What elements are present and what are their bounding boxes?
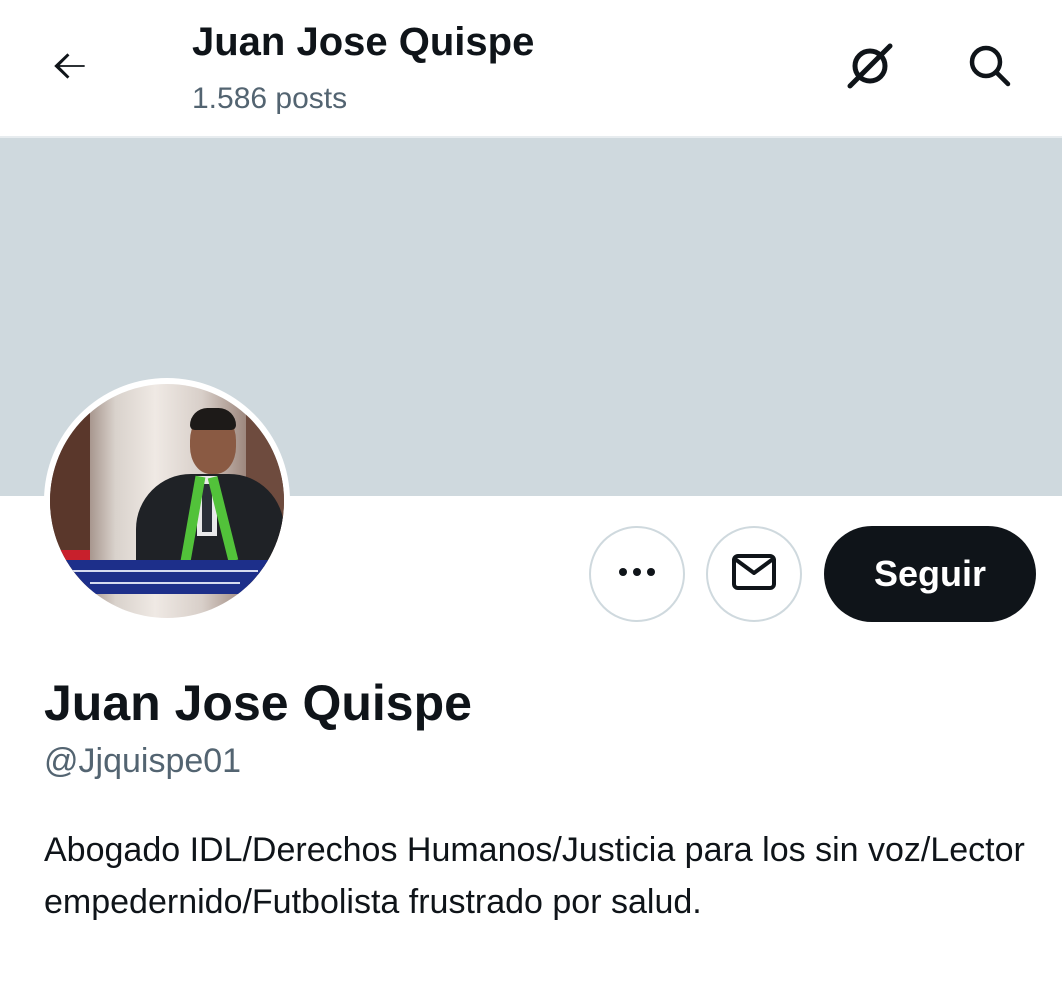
avatar-photo (50, 384, 284, 618)
top-bar: Juan Jose Quispe 1.586 posts (0, 0, 1062, 136)
profile-display-name: Juan Jose Quispe (44, 675, 472, 731)
more-options-button[interactable] (589, 526, 685, 622)
profile-handle: @Jjquispe01 (44, 742, 242, 780)
header-title: Juan Jose Quispe (192, 20, 535, 64)
grok-button[interactable] (840, 38, 900, 98)
envelope-icon (731, 552, 777, 597)
profile-bio: Abogado IDL/Derechos Humanos/Justicia pa… (44, 831, 1025, 921)
profile-page: Juan Jose Quispe 1.586 posts Seguir Juan… (0, 0, 1062, 992)
avatar[interactable] (44, 378, 290, 624)
arrow-left-icon (48, 44, 92, 93)
follow-button[interactable]: Seguir (824, 526, 1036, 622)
grok-icon (842, 38, 898, 99)
back-button[interactable] (42, 40, 98, 96)
message-button[interactable] (706, 526, 802, 622)
search-icon (966, 42, 1014, 95)
search-button[interactable] (960, 38, 1020, 98)
more-horizontal-icon (615, 565, 659, 583)
header-post-count: 1.586 posts (192, 82, 348, 115)
